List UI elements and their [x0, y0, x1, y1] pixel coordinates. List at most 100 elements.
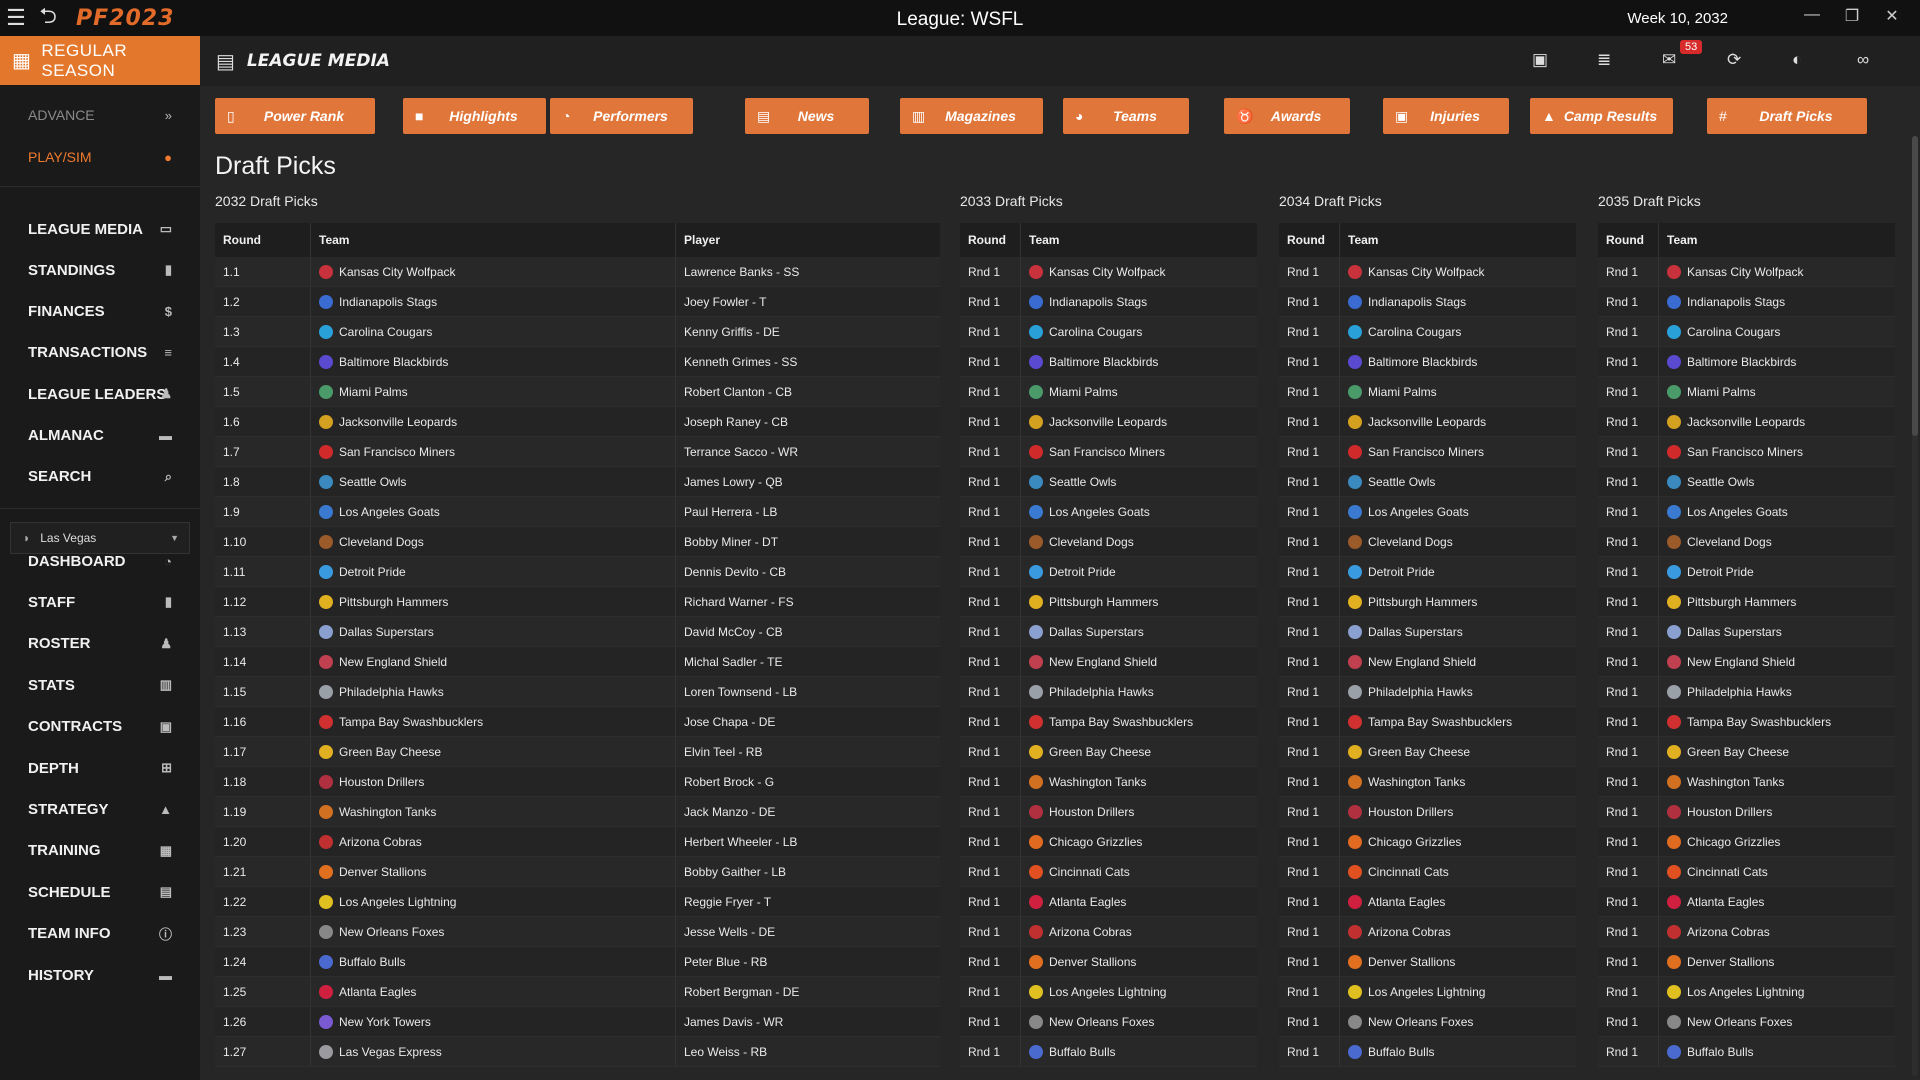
player-name[interactable]: James Davis - WR	[675, 1007, 940, 1036]
table-row[interactable]: Rnd 1 San Francisco Miners	[960, 437, 1257, 467]
table-row[interactable]: Rnd 1 Los Angeles Goats	[960, 497, 1257, 527]
team-cell[interactable]: Denver Stallions	[1658, 947, 1895, 976]
team-cell[interactable]: Tampa Bay Swashbucklers	[1339, 707, 1576, 736]
table-row[interactable]: Rnd 1 New England Shield	[1598, 647, 1895, 677]
player-name[interactable]: Herbert Wheeler - LB	[675, 827, 940, 856]
team-cell[interactable]: Atlanta Eagles	[1339, 887, 1576, 916]
table-row[interactable]: Rnd 1 Dallas Superstars	[1598, 617, 1895, 647]
team-cell[interactable]: Philadelphia Hawks	[1020, 677, 1257, 706]
team-cell[interactable]: Seattle Owls	[1658, 467, 1895, 496]
table-row[interactable]: Rnd 1 Cleveland Dogs	[1279, 527, 1576, 557]
team-cell[interactable]: Washington Tanks	[310, 797, 675, 826]
team-cell[interactable]: Philadelphia Hawks	[310, 677, 675, 706]
team-cell[interactable]: Washington Tanks	[1339, 767, 1576, 796]
team-cell[interactable]: Cleveland Dogs	[1339, 527, 1576, 556]
table-row[interactable]: Rnd 1 Tampa Bay Swashbucklers	[1279, 707, 1576, 737]
table-row[interactable]: 1.4 Baltimore Blackbirds Kenneth Grimes - …	[215, 347, 940, 377]
table-row[interactable]: Rnd 1 Jacksonville Leopards	[960, 407, 1257, 437]
table-row[interactable]: Rnd 1 Miami Palms	[960, 377, 1257, 407]
table-row[interactable]: 1.18 Houston Drillers Robert Brock - G	[215, 767, 940, 797]
table-row[interactable]: Rnd 1 Seattle Owls	[960, 467, 1257, 497]
team-cell[interactable]: Miami Palms	[310, 377, 675, 406]
team-cell[interactable]: Dallas Superstars	[310, 617, 675, 646]
team-cell[interactable]: Tampa Bay Swashbucklers	[1020, 707, 1257, 736]
table-row[interactable]: Rnd 1 Los Angeles Lightning	[1279, 977, 1576, 1007]
team-cell[interactable]: Los Angeles Lightning	[1339, 977, 1576, 1006]
table-row[interactable]: 1.12 Pittsburgh Hammers Richard Warner - F…	[215, 587, 940, 617]
table-row[interactable]: 1.2 Indianapolis Stags Joey Fowler - T	[215, 287, 940, 317]
team-cell[interactable]: Houston Drillers	[310, 767, 675, 796]
player-name[interactable]: Paul Herrera - LB	[675, 497, 940, 526]
team-cell[interactable]: Buffalo Bulls	[310, 947, 675, 976]
team-cell[interactable]: Buffalo Bulls	[1658, 1037, 1895, 1066]
team-cell[interactable]: San Francisco Miners	[1658, 437, 1895, 466]
sidebar-item-training[interactable]: TRAINING ▦	[0, 834, 200, 868]
table-row[interactable]: 1.20 Arizona Cobras Herbert Wheeler - LB	[215, 827, 940, 857]
player-name[interactable]: Elvin Teel - RB	[675, 737, 940, 766]
team-cell[interactable]: Houston Drillers	[1658, 797, 1895, 826]
team-cell[interactable]: Kansas City Wolfpack	[1658, 257, 1895, 286]
table-row[interactable]: Rnd 1 Arizona Cobras	[960, 917, 1257, 947]
team-cell[interactable]: New Orleans Foxes	[1020, 1007, 1257, 1036]
table-row[interactable]: Rnd 1 New England Shield	[1279, 647, 1576, 677]
sidebar-item-standings[interactable]: STANDINGS ▮	[0, 253, 200, 287]
team-cell[interactable]: Denver Stallions	[1020, 947, 1257, 976]
player-name[interactable]: Robert Bergman - DE	[675, 977, 940, 1006]
table-row[interactable]: Rnd 1 New Orleans Foxes	[960, 1007, 1257, 1037]
team-cell[interactable]: Kansas City Wolfpack	[1339, 257, 1576, 286]
team-cell[interactable]: New York Towers	[310, 1007, 675, 1036]
column-header-round[interactable]: Round	[1279, 223, 1339, 257]
table-row[interactable]: Rnd 1 Denver Stallions	[1598, 947, 1895, 977]
table-row[interactable]: Rnd 1 Baltimore Blackbirds	[1598, 347, 1895, 377]
database-icon[interactable]: ≣	[1597, 50, 1611, 70]
table-row[interactable]: 1.19 Washington Tanks Jack Manzo - DE	[215, 797, 940, 827]
table-row[interactable]: 1.25 Atlanta Eagles Robert Bergman - DE	[215, 977, 940, 1007]
team-cell[interactable]: Baltimore Blackbirds	[1339, 347, 1576, 376]
sidebar-item-dashboard[interactable]: DASHBOARD ◔	[0, 544, 200, 578]
table-row[interactable]: 1.14 New England Shield Michal Sadler - TE	[215, 647, 940, 677]
binoculars-icon[interactable]: ∞	[1857, 50, 1869, 70]
table-row[interactable]: Rnd 1 Baltimore Blackbirds	[1279, 347, 1576, 377]
table-row[interactable]: Rnd 1 Cleveland Dogs	[1598, 527, 1895, 557]
team-cell[interactable]: Miami Palms	[1658, 377, 1895, 406]
table-row[interactable]: 1.11 Detroit Pride Dennis Devito - CB	[215, 557, 940, 587]
scrollbar-thumb[interactable]	[1912, 136, 1918, 436]
table-row[interactable]: 1.21 Denver Stallions Bobby Gaither - LB	[215, 857, 940, 887]
team-cell[interactable]: Jacksonville Leopards	[310, 407, 675, 436]
table-row[interactable]: Rnd 1 Atlanta Eagles	[1598, 887, 1895, 917]
table-row[interactable]: 1.16 Tampa Bay Swashbucklers Jose Chapa - …	[215, 707, 940, 737]
team-cell[interactable]: Seattle Owls	[1339, 467, 1576, 496]
table-row[interactable]: 1.1 Kansas City Wolfpack Lawrence Banks - …	[215, 257, 940, 287]
tab-magazines[interactable]: ▥ Magazines	[900, 98, 1043, 134]
sidebar-item-league-leaders[interactable]: LEAGUE LEADERS ♟	[0, 377, 200, 411]
team-cell[interactable]: Houston Drillers	[1020, 797, 1257, 826]
player-name[interactable]: James Lowry - QB	[675, 467, 940, 496]
team-cell[interactable]: Carolina Cougars	[310, 317, 675, 346]
team-cell[interactable]: Jacksonville Leopards	[1339, 407, 1576, 436]
team-cell[interactable]: Cleveland Dogs	[1020, 527, 1257, 556]
table-row[interactable]: Rnd 1 Cincinnati Cats	[1279, 857, 1576, 887]
column-header-round[interactable]: Round	[1598, 223, 1658, 257]
table-row[interactable]: Rnd 1 Baltimore Blackbirds	[960, 347, 1257, 377]
sidebar-item-almanac[interactable]: ALMANAC ▬	[0, 419, 200, 453]
tab-awards[interactable]: ♉ Awards	[1224, 98, 1350, 134]
team-cell[interactable]: New Orleans Foxes	[310, 917, 675, 946]
table-row[interactable]: Rnd 1 Chicago Grizzlies	[960, 827, 1257, 857]
team-cell[interactable]: Kansas City Wolfpack	[310, 257, 675, 286]
team-cell[interactable]: Philadelphia Hawks	[1658, 677, 1895, 706]
team-cell[interactable]: Tampa Bay Swashbucklers	[310, 707, 675, 736]
player-name[interactable]: Robert Clanton - CB	[675, 377, 940, 406]
mail-icon[interactable]: ✉	[1662, 50, 1676, 70]
sidebar-item-roster[interactable]: ROSTER ♟	[0, 627, 200, 661]
table-row[interactable]: Rnd 1 Buffalo Bulls	[1279, 1037, 1576, 1067]
team-cell[interactable]: Los Angeles Goats	[310, 497, 675, 526]
team-cell[interactable]: Detroit Pride	[310, 557, 675, 586]
tab-highlights[interactable]: ■ Highlights	[403, 98, 546, 134]
tab-teams[interactable]: ◕ Teams	[1063, 98, 1189, 134]
sidebar-item-strategy[interactable]: STRATEGY ▲	[0, 792, 200, 826]
table-row[interactable]: Rnd 1 Green Bay Cheese	[1279, 737, 1576, 767]
team-cell[interactable]: Washington Tanks	[1658, 767, 1895, 796]
column-header-team[interactable]: Team	[310, 223, 675, 257]
team-cell[interactable]: Dallas Superstars	[1658, 617, 1895, 646]
player-name[interactable]: Lawrence Banks - SS	[675, 257, 940, 286]
